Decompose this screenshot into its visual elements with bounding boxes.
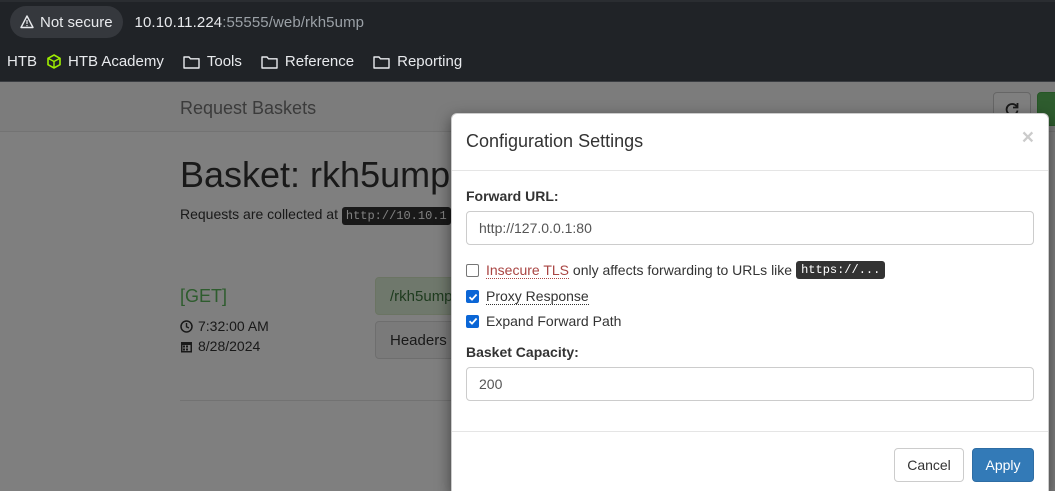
forward-url-label: Forward URL: (466, 188, 559, 204)
browser-url-bar: Not secure 10.10.11.224:55555/web/rkh5um… (0, 0, 1055, 42)
proxy-response-option: Proxy Response (466, 288, 589, 305)
url-path: :55555/web/rkh5ump (222, 13, 365, 31)
bookmark-folder-reference[interactable]: Reference (261, 53, 354, 70)
hexagon-icon (47, 54, 61, 69)
close-icon[interactable]: × (1022, 126, 1034, 150)
check-icon (468, 293, 477, 301)
expand-forward-path-option: Expand Forward Path (466, 313, 621, 329)
insecure-tls-checkbox[interactable] (466, 263, 479, 277)
capacity-label: Basket Capacity: (466, 344, 579, 360)
bookmark-label: HTB (7, 53, 37, 70)
folder-icon (261, 55, 278, 69)
folder-icon (373, 55, 390, 69)
bookmark-htb-academy[interactable]: HTB Academy (47, 53, 164, 70)
https-code: https://... (796, 261, 886, 279)
warning-icon (20, 15, 34, 29)
proxy-response-label: Proxy Response (486, 288, 589, 305)
security-indicator[interactable]: Not secure (10, 6, 123, 38)
address-field[interactable]: 10.10.11.224:55555/web/rkh5ump (135, 14, 365, 31)
bookmark-htb[interactable]: HTB (7, 53, 37, 70)
apply-button[interactable]: Apply (972, 448, 1034, 482)
config-modal: Configuration Settings × Forward URL: In… (451, 113, 1049, 491)
bookmarks-bar: HTB HTB Academy Tools Reference Reportin… (0, 42, 1055, 82)
modal-footer: Cancel Apply (452, 431, 1048, 491)
check-icon (468, 317, 477, 325)
forward-url-input[interactable] (466, 211, 1034, 245)
insecure-tls-suffix: only affects forwarding to URLs like (569, 262, 793, 278)
proxy-response-checkbox[interactable] (466, 290, 479, 303)
expand-forward-path-label: Expand Forward Path (486, 313, 622, 329)
folder-icon (183, 55, 200, 69)
cancel-button[interactable]: Cancel (894, 448, 964, 482)
bookmark-label: Reference (284, 53, 355, 70)
modal-header: Configuration Settings × (452, 114, 1048, 171)
url-host: 10.10.11.224 (134, 13, 223, 31)
bookmark-label: Reporting (397, 53, 463, 70)
bookmark-folder-tools[interactable]: Tools (183, 53, 242, 70)
modal-title: Configuration Settings (466, 131, 644, 151)
bookmark-folder-reporting[interactable]: Reporting (373, 53, 462, 70)
bookmark-label: HTB Academy (68, 53, 164, 70)
expand-forward-path-checkbox[interactable] (466, 314, 479, 328)
bookmark-label: Tools (206, 53, 242, 70)
capacity-input[interactable] (466, 367, 1034, 401)
security-label: Not secure (40, 13, 113, 31)
insecure-tls-option: Insecure TLS only affects forwarding to … (466, 261, 886, 279)
insecure-tls-label: Insecure TLS (486, 261, 570, 279)
